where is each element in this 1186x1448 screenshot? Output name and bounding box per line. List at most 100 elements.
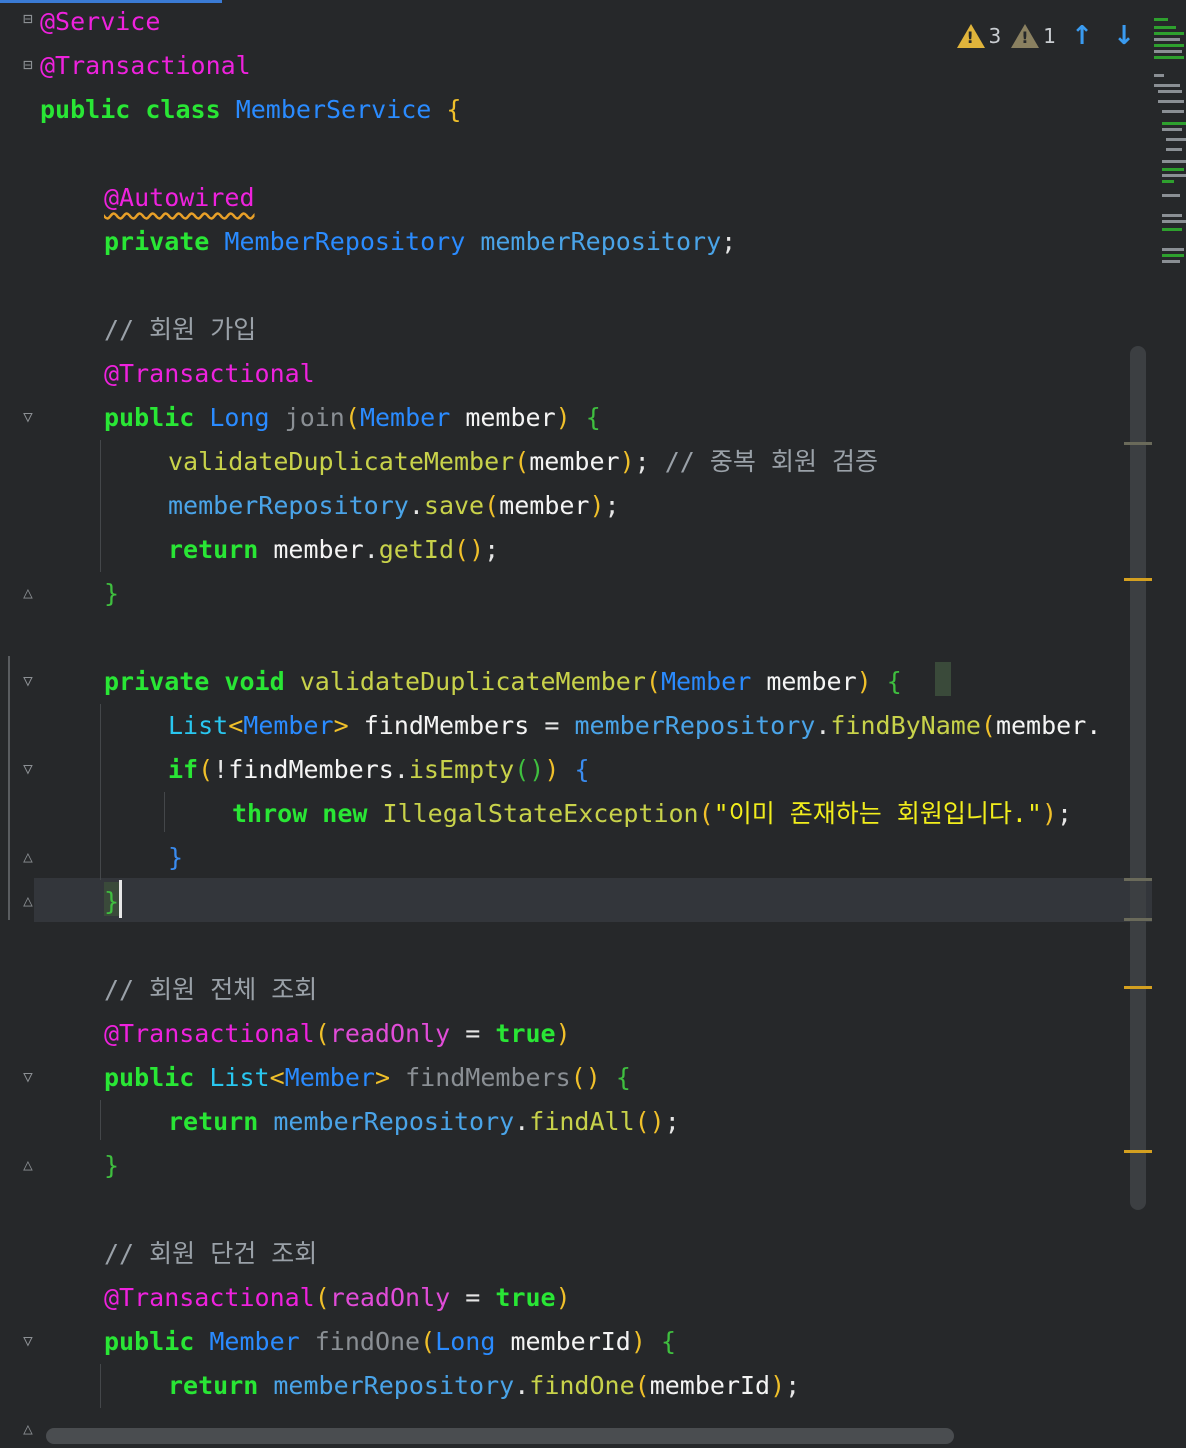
type-name: Long — [209, 403, 270, 432]
paren: ( — [344, 403, 360, 432]
fold-close-icon[interactable]: △ — [18, 890, 38, 912]
warning-marker[interactable] — [1124, 1150, 1152, 1153]
code-line: // 회원 전체 조회 — [104, 968, 317, 1012]
brace: { — [615, 1063, 631, 1092]
minimap-line — [1162, 174, 1186, 177]
annotation-warning: @Autowired — [104, 183, 255, 212]
code-line: return memberRepository.findAll(); — [168, 1100, 680, 1144]
minimap-line — [1166, 148, 1182, 151]
method-call: getId — [378, 535, 455, 564]
brace: { — [585, 403, 601, 432]
code-line: public List<Member> findMembers() { — [104, 1056, 631, 1100]
change-marker[interactable] — [8, 656, 10, 920]
weak-warnings-indicator[interactable]: 1 — [1011, 24, 1056, 48]
warnings-indicator[interactable]: 3 — [956, 24, 1001, 48]
paren: ( — [484, 491, 500, 520]
code-area[interactable]: @Service @Transactional public class Mem… — [40, 0, 1152, 1448]
code-line: private MemberRepository memberRepositor… — [104, 220, 736, 264]
code-editor[interactable]: ⊟ ⊟ ▽ △ ▽ ▽ △ △ ▽ △ ▽ △ @Service @Transa… — [0, 0, 1186, 1448]
minimap-line — [1166, 138, 1186, 141]
keyword: return — [168, 535, 259, 564]
punctuation: < — [228, 711, 244, 740]
punctuation: . — [815, 711, 831, 740]
minimap-line — [1162, 254, 1184, 257]
keyword: return — [168, 1107, 259, 1136]
code-line: } — [104, 572, 119, 616]
fold-close-icon[interactable]: △ — [18, 582, 38, 604]
punctuation: ; — [604, 491, 620, 520]
minimap-line — [1162, 220, 1186, 223]
weak-warnings-count: 1 — [1043, 24, 1056, 48]
paren: ) — [544, 755, 560, 784]
annotation-attribute: readOnly — [329, 1283, 451, 1312]
fold-close-icon[interactable]: ⊟ — [18, 54, 38, 76]
type-name: List — [168, 711, 229, 740]
operator: = — [465, 1283, 481, 1312]
paren: ) — [856, 667, 872, 696]
paren: ) — [1041, 799, 1057, 828]
variable: member — [273, 535, 364, 564]
code-line: throw new IllegalStateException("이미 존재하는… — [232, 792, 1072, 836]
fold-open-icon[interactable]: ▽ — [18, 1066, 38, 1088]
minimap-line — [1154, 44, 1184, 47]
minimap-line — [1162, 168, 1184, 171]
fold-close-icon[interactable]: △ — [18, 1418, 38, 1440]
method-name: findMembers — [405, 1063, 571, 1092]
keyword: throw new — [232, 799, 368, 828]
fold-open-icon[interactable]: ⊟ — [18, 8, 38, 30]
arrow-down-icon[interactable]: ↓ — [1108, 23, 1140, 49]
method-call: findByName — [830, 711, 981, 740]
minimap-line — [1162, 110, 1184, 113]
scroll-marker[interactable] — [1124, 918, 1152, 921]
paren: ( — [314, 1019, 330, 1048]
scroll-marker[interactable] — [1124, 442, 1152, 445]
variable: findMembers — [363, 711, 530, 740]
paren: ( — [314, 1283, 330, 1312]
horizontal-scrollbar-thumb[interactable] — [46, 1428, 954, 1444]
method-call: isEmpty — [408, 755, 515, 784]
code-line: // 회원 단건 조회 — [104, 1232, 317, 1276]
minimap[interactable] — [1152, 14, 1186, 284]
fold-open-icon[interactable]: ▽ — [18, 758, 38, 780]
parameter: memberId — [510, 1327, 631, 1356]
code-line: List<Member> findMembers = memberReposit… — [168, 704, 1101, 748]
variable: findMembers — [228, 755, 394, 784]
code-line: return memberRepository.findOne(memberId… — [168, 1364, 800, 1408]
warning-marker[interactable] — [1124, 986, 1152, 989]
punctuation: > — [333, 711, 349, 740]
paren: ( — [634, 1371, 650, 1400]
fold-close-icon[interactable]: △ — [18, 1154, 38, 1176]
editor-gutter[interactable]: ⊟ ⊟ ▽ △ ▽ ▽ △ △ ▽ △ ▽ △ — [0, 0, 40, 1448]
method-name: findOne — [314, 1327, 421, 1356]
code-line: if(!findMembers.isEmpty()) { — [168, 748, 590, 792]
keyword: return — [168, 1371, 259, 1400]
type-name: Member — [243, 711, 334, 740]
fold-close-icon[interactable]: △ — [18, 846, 38, 868]
type-name: Long — [435, 1327, 496, 1356]
inspections-widget[interactable]: 3 1 ↑ ↓ — [956, 20, 1140, 52]
minimap-line — [1158, 100, 1184, 103]
paren: ) — [630, 1327, 646, 1356]
type-name: MemberRepository — [224, 227, 466, 256]
fold-open-icon[interactable]: ▽ — [18, 406, 38, 428]
fold-open-icon[interactable]: ▽ — [18, 1330, 38, 1352]
fold-open-icon[interactable]: ▽ — [18, 670, 38, 692]
field-name: memberRepository — [480, 227, 722, 256]
operator: ! — [213, 755, 229, 784]
brace: } — [104, 887, 120, 916]
minimap-line — [1154, 56, 1184, 59]
keyword: public class — [40, 95, 221, 124]
minimap-line — [1162, 214, 1182, 217]
field-name: memberRepository — [168, 491, 409, 520]
warning-marker[interactable] — [1124, 578, 1152, 581]
parameter: member — [766, 667, 857, 696]
minimap-line — [1154, 38, 1180, 41]
keyword: private void — [104, 667, 285, 696]
arrow-up-icon[interactable]: ↑ — [1066, 23, 1098, 49]
scroll-marker[interactable] — [1124, 878, 1152, 881]
vertical-scrollbar[interactable] — [1130, 346, 1146, 1210]
minimap-line — [1158, 90, 1182, 93]
code-line: validateDuplicateMember(member); // 중복 회… — [168, 440, 878, 484]
method-call: save — [423, 491, 485, 520]
paren: () — [514, 755, 545, 784]
